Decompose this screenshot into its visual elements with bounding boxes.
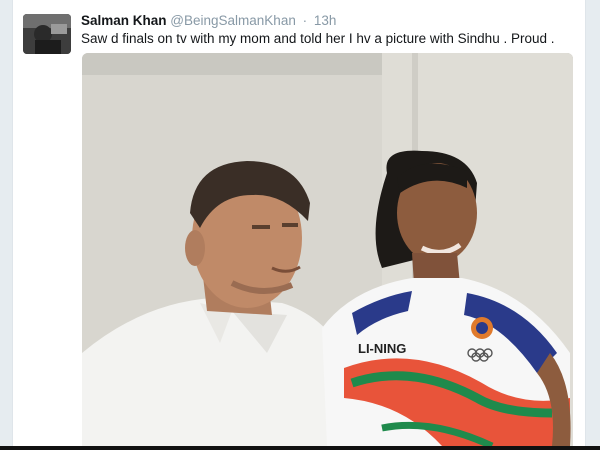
tweet-text: Saw d finals on tv with my mom and told … [81,31,555,46]
author-handle[interactable]: @BeingSalmanKhan [170,13,296,28]
tweet-photo[interactable]: LI-NING [82,53,573,446]
page-background-right [584,0,600,450]
author-avatar[interactable] [23,14,71,54]
tweet-timestamp[interactable]: 13h [314,13,337,28]
tweet-card[interactable]: Salman Khan @BeingSalmanKhan · 13h Saw d… [12,0,586,446]
photo-illustration: LI-NING [82,53,573,446]
page-background-left [0,0,12,450]
header-separator: · [302,13,308,28]
jersey-brand-label: LI-NING [358,341,406,356]
avatar-image-icon [23,14,71,54]
author-name[interactable]: Salman Khan [81,13,167,28]
tweet-header: Salman Khan @BeingSalmanKhan · 13h [81,12,336,30]
bottom-border [0,446,600,450]
